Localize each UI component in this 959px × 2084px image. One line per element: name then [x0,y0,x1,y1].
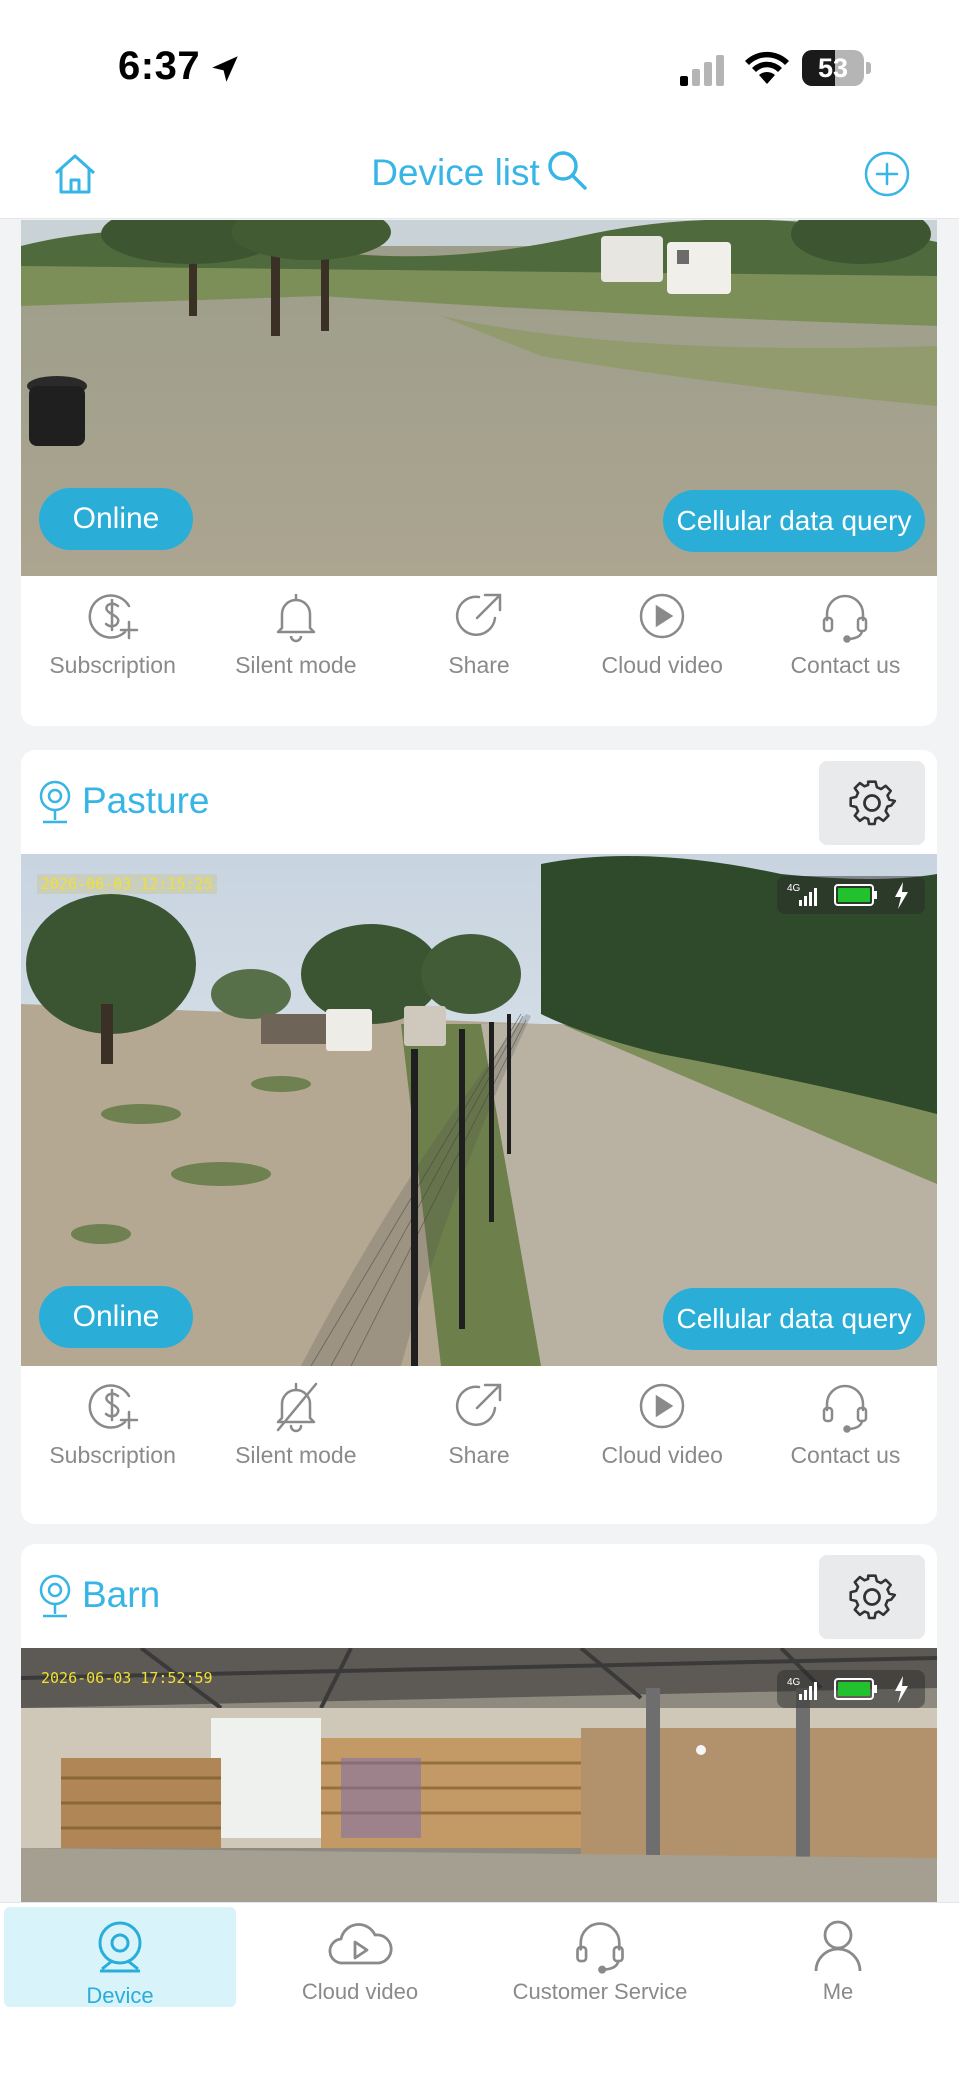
tab-label: Device [86,1983,154,2008]
tab-cloud-video[interactable]: Cloud video [244,1903,476,2004]
share-icon [455,593,502,636]
battery-percent: 53 [817,53,849,83]
tab-me[interactable]: Me [722,1903,954,2004]
action-label: Silent mode [235,652,357,678]
action-label: Subscription [49,652,176,678]
action-bar: Subscription Silent mode Share Cloud vid… [21,1366,937,1496]
charging-bolt-icon [895,1676,908,1703]
device-card: Pasture 2026-06-03 12:15:25 4G Online Ce… [21,750,937,1524]
app-header: Device list [0,135,959,219]
play-circle-icon [639,593,685,639]
card-header: Pasture [21,750,937,854]
headset-icon [576,1922,624,1974]
bell-off-icon [276,1382,318,1433]
status-bar: 6:37 53 [0,0,959,135]
status-time: 6:37 [118,44,201,88]
snapshot-timestamp: 2026-06-03 12:15:25 [37,874,217,894]
svg-text:4G: 4G [787,1677,801,1688]
card-header: Barn [21,1544,937,1648]
cloud-play-icon [328,1923,393,1965]
device-card: Barn 2026-06-03 17:52:59 4G [21,1544,937,1902]
subscription-button[interactable]: Subscription [21,576,204,706]
action-label: Contact us [790,652,901,678]
tab-device[interactable]: Device [4,1907,236,2008]
action-label: Share [448,1442,510,1468]
cellular-signal-icon [680,55,724,86]
add-circle-icon[interactable] [862,149,912,199]
person-icon [814,1920,862,1972]
page-title: Device list [371,152,540,193]
contact-us-button[interactable]: Contact us [754,1366,937,1496]
tab-label: Cloud video [301,1979,419,2004]
camera-name: Pasture [82,780,210,821]
action-label: Silent mode [235,1442,357,1468]
action-label: Cloud video [601,1442,723,1468]
cellular-data-query-button[interactable]: Cellular data query [663,490,925,552]
gear-icon [849,1574,897,1620]
action-label: Subscription [49,1442,176,1468]
action-label: Cloud video [601,652,723,678]
camera-signal-icon: 4G [787,1677,817,1700]
camera-icon [98,1921,142,1973]
camera-preview[interactable]: Online Cellular data query [21,220,937,576]
svg-text:4G: 4G [787,883,801,894]
tab-customer-service[interactable]: Customer Service [484,1903,716,2004]
action-label: Contact us [790,1442,901,1468]
device-settings-button[interactable] [819,761,925,845]
contact-us-button[interactable]: Contact us [754,576,937,706]
bell-icon [276,594,316,643]
camera-signal-icon: 4G [787,883,817,906]
tab-label: Me [822,1979,854,2004]
silent-mode-button[interactable]: Silent mode [204,1366,387,1496]
search-icon[interactable] [546,149,588,191]
location-arrow-icon [212,56,238,82]
device-list[interactable]: Online Cellular data query Subscription … [0,220,959,1902]
gear-icon [849,780,897,826]
share-icon [455,1383,502,1426]
device-settings-button[interactable] [819,1555,925,1639]
bottom-tab-bar: Device Cloud video Customer Service Me [0,1902,959,2084]
home-indicator [325,2061,635,2071]
camera-status-indicator: 4G [777,1670,925,1708]
silent-mode-button[interactable]: Silent mode [204,576,387,706]
device-card: Online Cellular data query Subscription … [21,220,937,726]
charging-bolt-icon [895,882,908,909]
online-status-badge: Online [39,1286,193,1348]
cloud-video-button[interactable]: Cloud video [571,1366,754,1496]
page-title-wrap: Device list [0,149,959,194]
action-label: Share [448,652,510,678]
wifi-icon [745,51,789,84]
camera-location-icon [39,1574,71,1618]
camera-status-indicator: 4G [777,876,925,914]
snapshot-timestamp: 2026-06-03 17:52:59 [41,1669,213,1687]
dollar-plus-icon [88,594,138,640]
share-button[interactable]: Share [387,576,570,706]
share-button[interactable]: Share [387,1366,570,1496]
action-bar: Subscription Silent mode Share Cloud vid… [21,576,937,706]
camera-location-icon [39,780,71,824]
headset-icon [823,1384,868,1433]
play-circle-icon [639,1383,685,1429]
battery-icon: 53 [802,50,872,86]
dollar-plus-icon [88,1384,138,1430]
camera-battery-icon [834,1678,877,1700]
headset-icon [823,594,868,643]
camera-battery-icon [834,884,877,906]
cloud-video-button[interactable]: Cloud video [571,576,754,706]
camera-preview[interactable]: 2026-06-03 17:52:59 4G [21,1648,937,1902]
camera-name: Barn [82,1574,161,1615]
online-status-badge: Online [39,488,193,550]
camera-preview[interactable]: 2026-06-03 12:15:25 4G Online Cellular d… [21,854,937,1366]
cellular-data-query-button[interactable]: Cellular data query [663,1288,925,1350]
tab-label: Customer Service [512,1979,688,2004]
subscription-button[interactable]: Subscription [21,1366,204,1496]
